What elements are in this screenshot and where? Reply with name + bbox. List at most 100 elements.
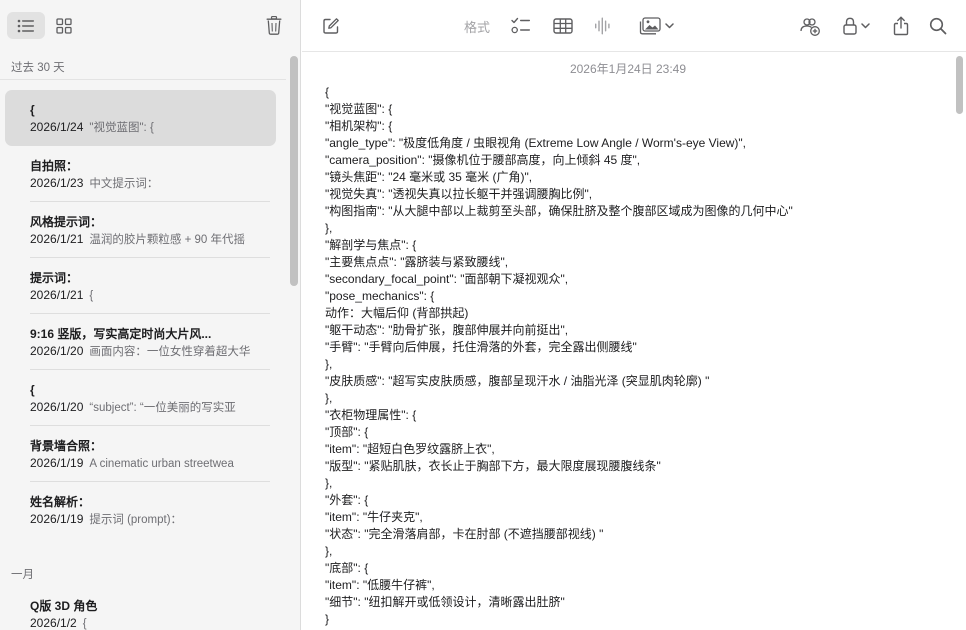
list-view-icon: [17, 19, 35, 33]
note-date: 2026/1/21: [30, 288, 84, 302]
audio-record-button[interactable]: [592, 12, 614, 40]
gallery-view-button[interactable]: [50, 12, 78, 39]
note-title: {: [30, 103, 35, 117]
note-line: "视觉失真": "透视失真以拉长躯干并强调腰胸比例",: [325, 187, 593, 201]
section-header-last-30-days: 过去 30 天: [11, 62, 65, 74]
note-line: "躯干动态": "肋骨扩张，腹部伸展并向前挺出",: [325, 323, 569, 337]
note-line: },: [325, 544, 333, 558]
note-title: {: [30, 383, 35, 397]
note-list-item[interactable]: 姓名解析： 2026/1/19 提示词 (prompt)：: [5, 482, 276, 538]
lock-button[interactable]: [839, 12, 873, 40]
gallery-view-icon: [56, 17, 72, 34]
note-line: "皮肤质感": "超写实皮肤质感，腹部呈现汗水 / 油脂光泽 (突显肌肉轮廓) …: [325, 374, 710, 388]
note-line: },: [325, 357, 333, 371]
note-title: 姓名解析：: [30, 495, 91, 509]
note-list-item[interactable]: Q版 3D 角色 2026/1/2 {: [5, 586, 276, 630]
note-preview: 提示词 (prompt)：: [89, 514, 183, 526]
waveform-icon: [594, 17, 612, 35]
checklist-button[interactable]: [509, 12, 533, 40]
note-line: "解剖学与焦点": {: [325, 238, 417, 252]
note-timestamp: 2026年1月24日 23:49: [569, 62, 687, 76]
note-date: 2026/1/2: [30, 616, 77, 630]
note-line: {: [325, 85, 330, 99]
share-icon: [893, 16, 909, 36]
note-line: "底部": {: [325, 561, 369, 575]
table-button[interactable]: [551, 12, 575, 40]
note-preview: 温润的胶片颗粒感 + 90 年代摇: [89, 234, 245, 246]
note-preview: {: [82, 618, 87, 630]
note-date: 2026/1/20: [30, 344, 84, 358]
checklist-icon: [511, 17, 531, 35]
note-line: "item": "低腰牛仔裤",: [325, 578, 435, 592]
collaborate-icon: [799, 16, 821, 36]
note-date: 2026/1/23: [30, 176, 84, 190]
lock-icon: [842, 17, 857, 35]
divider: [0, 79, 286, 80]
note-list-item[interactable]: 风格提示词： 2026/1/21 温润的胶片颗粒感 + 90 年代摇: [5, 202, 276, 258]
note-line: "衣柜物理属性": {: [325, 408, 417, 422]
note-line: },: [325, 476, 333, 490]
note-line: "版型": "紧贴肌肤，衣长止于胸部下方，最大限度展现腰腹线条": [325, 459, 661, 473]
note-line: "item": "牛仔夹克",: [325, 510, 423, 524]
note-line: },: [325, 221, 333, 235]
note-editor[interactable]: 2026年1月24日 23:49 { "视觉蓝图": { "相机架构": { "ang…: [302, 52, 954, 630]
note-line: "angle_type": "极度低角度 / 虫眼视角 (Extreme Low…: [325, 136, 747, 150]
note-line: "item": "超短白色罗纹露脐上衣",: [325, 442, 495, 456]
sidebar-scrollbar-thumb[interactable]: [290, 56, 298, 286]
note-line: "主要焦点点": "露脐装与紧致腰线",: [325, 255, 509, 269]
trash-icon: [266, 15, 282, 35]
note-title: Q版 3D 角色: [30, 599, 98, 613]
note-line: "镜头焦距": "24 毫米或 35 毫米 (广角)",: [325, 170, 533, 184]
search-icon: [929, 17, 947, 35]
compose-button[interactable]: [318, 12, 344, 40]
note-date: 2026/1/20: [30, 400, 84, 414]
note-line: "外套": {: [325, 493, 369, 507]
note-list-item[interactable]: 9:16 竖版，写实高定时尚大片风... 2026/1/20 画面内容：一位女性穿…: [5, 314, 276, 370]
note-line: }: [325, 612, 330, 626]
note-list-item[interactable]: 背景墙合照： 2026/1/19 A cinematic urban street…: [5, 426, 276, 482]
search-button[interactable]: [926, 12, 950, 40]
note-preview: “subject”: “一位美丽的写实亚: [89, 402, 236, 414]
format-button[interactable]: 格式: [462, 12, 492, 40]
note-date: 2026/1/24: [30, 120, 84, 134]
compose-icon: [322, 17, 340, 35]
list-view-button[interactable]: [7, 12, 45, 39]
note-title: 提示词：: [30, 271, 79, 285]
note-title: 背景墙合照：: [30, 439, 103, 453]
note-list-item[interactable]: { 2026/1/24 "视觉蓝图": {: [5, 90, 276, 146]
media-button[interactable]: [635, 12, 677, 40]
note-preview: "视觉蓝图": {: [89, 122, 154, 134]
editor-toolbar: 格式: [302, 0, 966, 52]
photo-icon: [639, 17, 661, 35]
sidebar-toolbar: [0, 0, 300, 52]
section-header-january: 一月: [11, 569, 34, 581]
note-preview: 画面内容：一位女性穿着超大华: [89, 346, 251, 358]
note-line: "相机架构": {: [325, 119, 393, 133]
note-title: 自拍照：: [30, 159, 79, 173]
note-title: 风格提示词：: [30, 215, 103, 229]
note-preview: {: [89, 290, 94, 302]
collaborate-button[interactable]: [797, 12, 823, 40]
note-preview: 中文提示词：: [89, 178, 159, 190]
note-title: 9:16 竖版，写实高定时尚大片风...: [30, 327, 212, 341]
chevron-down-icon: [664, 23, 674, 29]
share-button[interactable]: [890, 12, 912, 40]
note-line: "顶部": {: [325, 425, 369, 439]
note-preview: A cinematic urban streetwea: [89, 458, 234, 470]
note-line: "手臂": "手臂向后伸展，托住滑落的外套，完全露出侧腰线": [325, 340, 637, 354]
note-list-item[interactable]: 提示词： 2026/1/21 {: [5, 258, 276, 314]
editor-scrollbar-thumb[interactable]: [956, 56, 963, 114]
delete-button[interactable]: [260, 11, 288, 39]
chevron-down-icon: [860, 23, 870, 29]
note-body[interactable]: { "视觉蓝图": { "相机架构": { "angle_type": "极度低角度 …: [325, 84, 945, 628]
note-list-item[interactable]: { 2026/1/20 “subject”: “一位美丽的写实亚: [5, 370, 276, 426]
note-line: "状态": "完全滑落肩部，卡在肘部 (不遮挡腰部视线) ": [325, 527, 604, 541]
table-icon: [553, 18, 573, 34]
sidebar: 过去 30 天 { 2026/1/24 "视觉蓝图": { 自拍照： 2026/1…: [0, 0, 301, 630]
note-line: 动作：大幅后仰 (背部拱起): [325, 306, 469, 320]
note-date: 2026/1/19: [30, 456, 84, 470]
note-line: "pose_mechanics": {: [325, 289, 435, 303]
note-line: "构图指南": "从大腿中部以上裁剪至头部，确保肚脐及整个腹部区域成为图像的几何…: [325, 204, 793, 218]
note-list-item[interactable]: 自拍照： 2026/1/23 中文提示词：: [5, 146, 276, 202]
note-line: "视觉蓝图": {: [325, 102, 393, 116]
